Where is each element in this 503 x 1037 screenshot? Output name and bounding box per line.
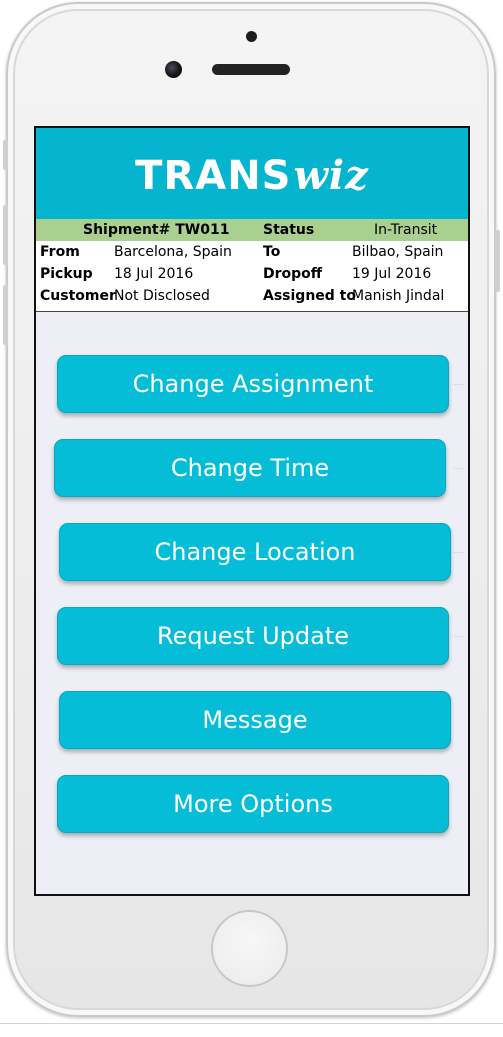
pickup-value: 18 Jul 2016 <box>114 266 194 282</box>
to-value: Bilbao, Spain <box>352 244 444 260</box>
bottom-divider <box>0 1023 503 1024</box>
customer-assigned-row: Customer Not Disclosed Assigned to Manis… <box>36 285 468 307</box>
change-time-button[interactable]: Change Time <box>54 439 446 497</box>
logo-script-text: wiz <box>293 152 369 199</box>
status-value: In-Transit <box>374 222 438 238</box>
app-screen: TRANS wiz Shipment# TW011 Status In-Tran… <box>34 126 470 896</box>
actions-area: Change Assignment Change Time Change Loc… <box>36 312 468 894</box>
divider <box>454 468 464 469</box>
volume-down-button <box>3 285 8 345</box>
transwiz-logo: TRANS wiz <box>36 128 468 219</box>
divider <box>454 636 464 637</box>
to-label: To <box>263 244 281 260</box>
shipment-number: Shipment# TW011 <box>83 222 230 238</box>
shipment-info-table: Shipment# TW011 Status In-Transit From B… <box>36 219 468 312</box>
message-button[interactable]: Message <box>59 691 451 749</box>
change-location-button[interactable]: Change Location <box>59 523 451 581</box>
dropoff-value: 19 Jul 2016 <box>352 266 432 282</box>
divider <box>454 552 464 553</box>
status-label: Status <box>263 222 315 238</box>
pickup-dropoff-row: Pickup 18 Jul 2016 Dropoff 19 Jul 2016 <box>36 263 468 285</box>
proximity-sensor-icon <box>246 31 257 42</box>
assigned-to-label: Assigned to <box>263 288 356 304</box>
divider <box>454 384 464 385</box>
volume-up-button <box>3 205 8 265</box>
mute-switch <box>3 140 8 170</box>
request-update-button[interactable]: Request Update <box>57 607 449 665</box>
home-button-icon[interactable] <box>211 910 288 987</box>
logo-main-text: TRANS <box>135 152 292 199</box>
customer-value: Not Disclosed <box>114 288 210 304</box>
assigned-to-value: Manish Jindal <box>352 288 445 304</box>
dropoff-label: Dropoff <box>263 266 323 282</box>
brand-header: TRANS wiz <box>36 128 468 219</box>
from-value: Barcelona, Spain <box>114 244 232 260</box>
from-label: From <box>40 244 80 260</box>
earpiece-speaker-icon <box>212 64 290 75</box>
from-to-row: From Barcelona, Spain To Bilbao, Spain <box>36 241 468 263</box>
front-camera-icon <box>165 61 182 78</box>
power-button <box>495 230 500 292</box>
change-assignment-button[interactable]: Change Assignment <box>57 355 449 413</box>
customer-label: Customer <box>40 288 116 304</box>
pickup-label: Pickup <box>40 266 93 282</box>
more-options-button[interactable]: More Options <box>57 775 449 833</box>
shipment-header-row: Shipment# TW011 Status In-Transit <box>36 219 468 241</box>
